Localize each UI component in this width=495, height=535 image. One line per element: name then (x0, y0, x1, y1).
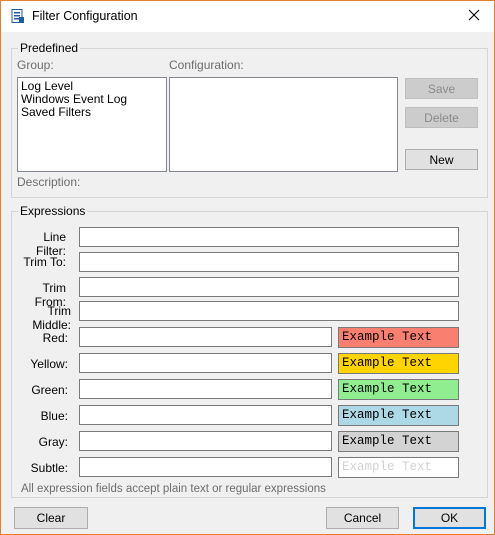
red-label: Red: (42, 331, 68, 345)
close-button[interactable] (454, 1, 494, 31)
group-label: Group: (17, 58, 54, 72)
yellow-label: Yellow: (30, 357, 68, 371)
blue-input[interactable] (79, 405, 332, 425)
save-button[interactable]: Save (405, 78, 478, 99)
subtle-example-swatch[interactable]: Example Text (338, 457, 459, 478)
green-label: Green: (31, 383, 68, 397)
trim-to-label: Trim To: (23, 255, 66, 269)
trim-to-input[interactable] (79, 252, 459, 272)
gray-input[interactable] (79, 431, 332, 451)
green-input[interactable] (79, 379, 332, 399)
delete-button[interactable]: Delete (405, 107, 478, 128)
clear-button[interactable]: Clear (14, 507, 88, 529)
delete-button-label: Delete (424, 110, 459, 125)
save-button-label: Save (427, 81, 456, 96)
title-bar: Filter Configuration (1, 1, 494, 32)
subtle-label: Subtle: (30, 461, 68, 475)
new-button[interactable]: New (405, 149, 478, 170)
list-item[interactable]: Saved Filters (18, 106, 166, 119)
blue-label: Blue: (40, 409, 68, 423)
red-input[interactable] (79, 327, 332, 347)
configuration-listbox[interactable] (169, 77, 398, 172)
close-icon (468, 9, 480, 24)
blue-example-swatch[interactable]: Example Text (338, 405, 459, 426)
trim-middle-label: Trim Middle: (32, 304, 71, 332)
window-title: Filter Configuration (32, 9, 138, 23)
filter-configuration-dialog: Filter Configuration Predefined Group: C… (0, 0, 495, 535)
gray-label: Gray: (38, 435, 68, 449)
trim-middle-input[interactable] (79, 301, 459, 321)
cancel-button[interactable]: Cancel (326, 507, 399, 529)
line-filter-label: Line Filter: (36, 230, 66, 258)
configuration-label: Configuration: (169, 58, 244, 72)
yellow-example-swatch[interactable]: Example Text (338, 353, 459, 374)
new-button-label: New (429, 152, 454, 167)
description-label: Description: (17, 175, 81, 189)
expressions-hint: All expression fields accept plain text … (21, 483, 326, 495)
red-example-swatch[interactable]: Example Text (338, 327, 459, 348)
ok-button-label: OK (440, 511, 459, 525)
cancel-button-label: Cancel (343, 511, 382, 525)
trim-from-input[interactable] (79, 277, 459, 297)
expressions-legend: Expressions (18, 204, 88, 218)
clear-button-label: Clear (36, 511, 66, 525)
line-filter-input[interactable] (79, 227, 459, 247)
gray-example-swatch[interactable]: Example Text (338, 431, 459, 452)
ok-button[interactable]: OK (413, 507, 486, 529)
subtle-input[interactable] (79, 457, 332, 477)
yellow-input[interactable] (79, 353, 332, 373)
green-example-swatch[interactable]: Example Text (338, 379, 459, 400)
app-doc-icon (11, 9, 25, 24)
predefined-legend: Predefined (18, 41, 81, 55)
group-listbox[interactable]: Log Level Windows Event Log Saved Filter… (17, 77, 167, 172)
